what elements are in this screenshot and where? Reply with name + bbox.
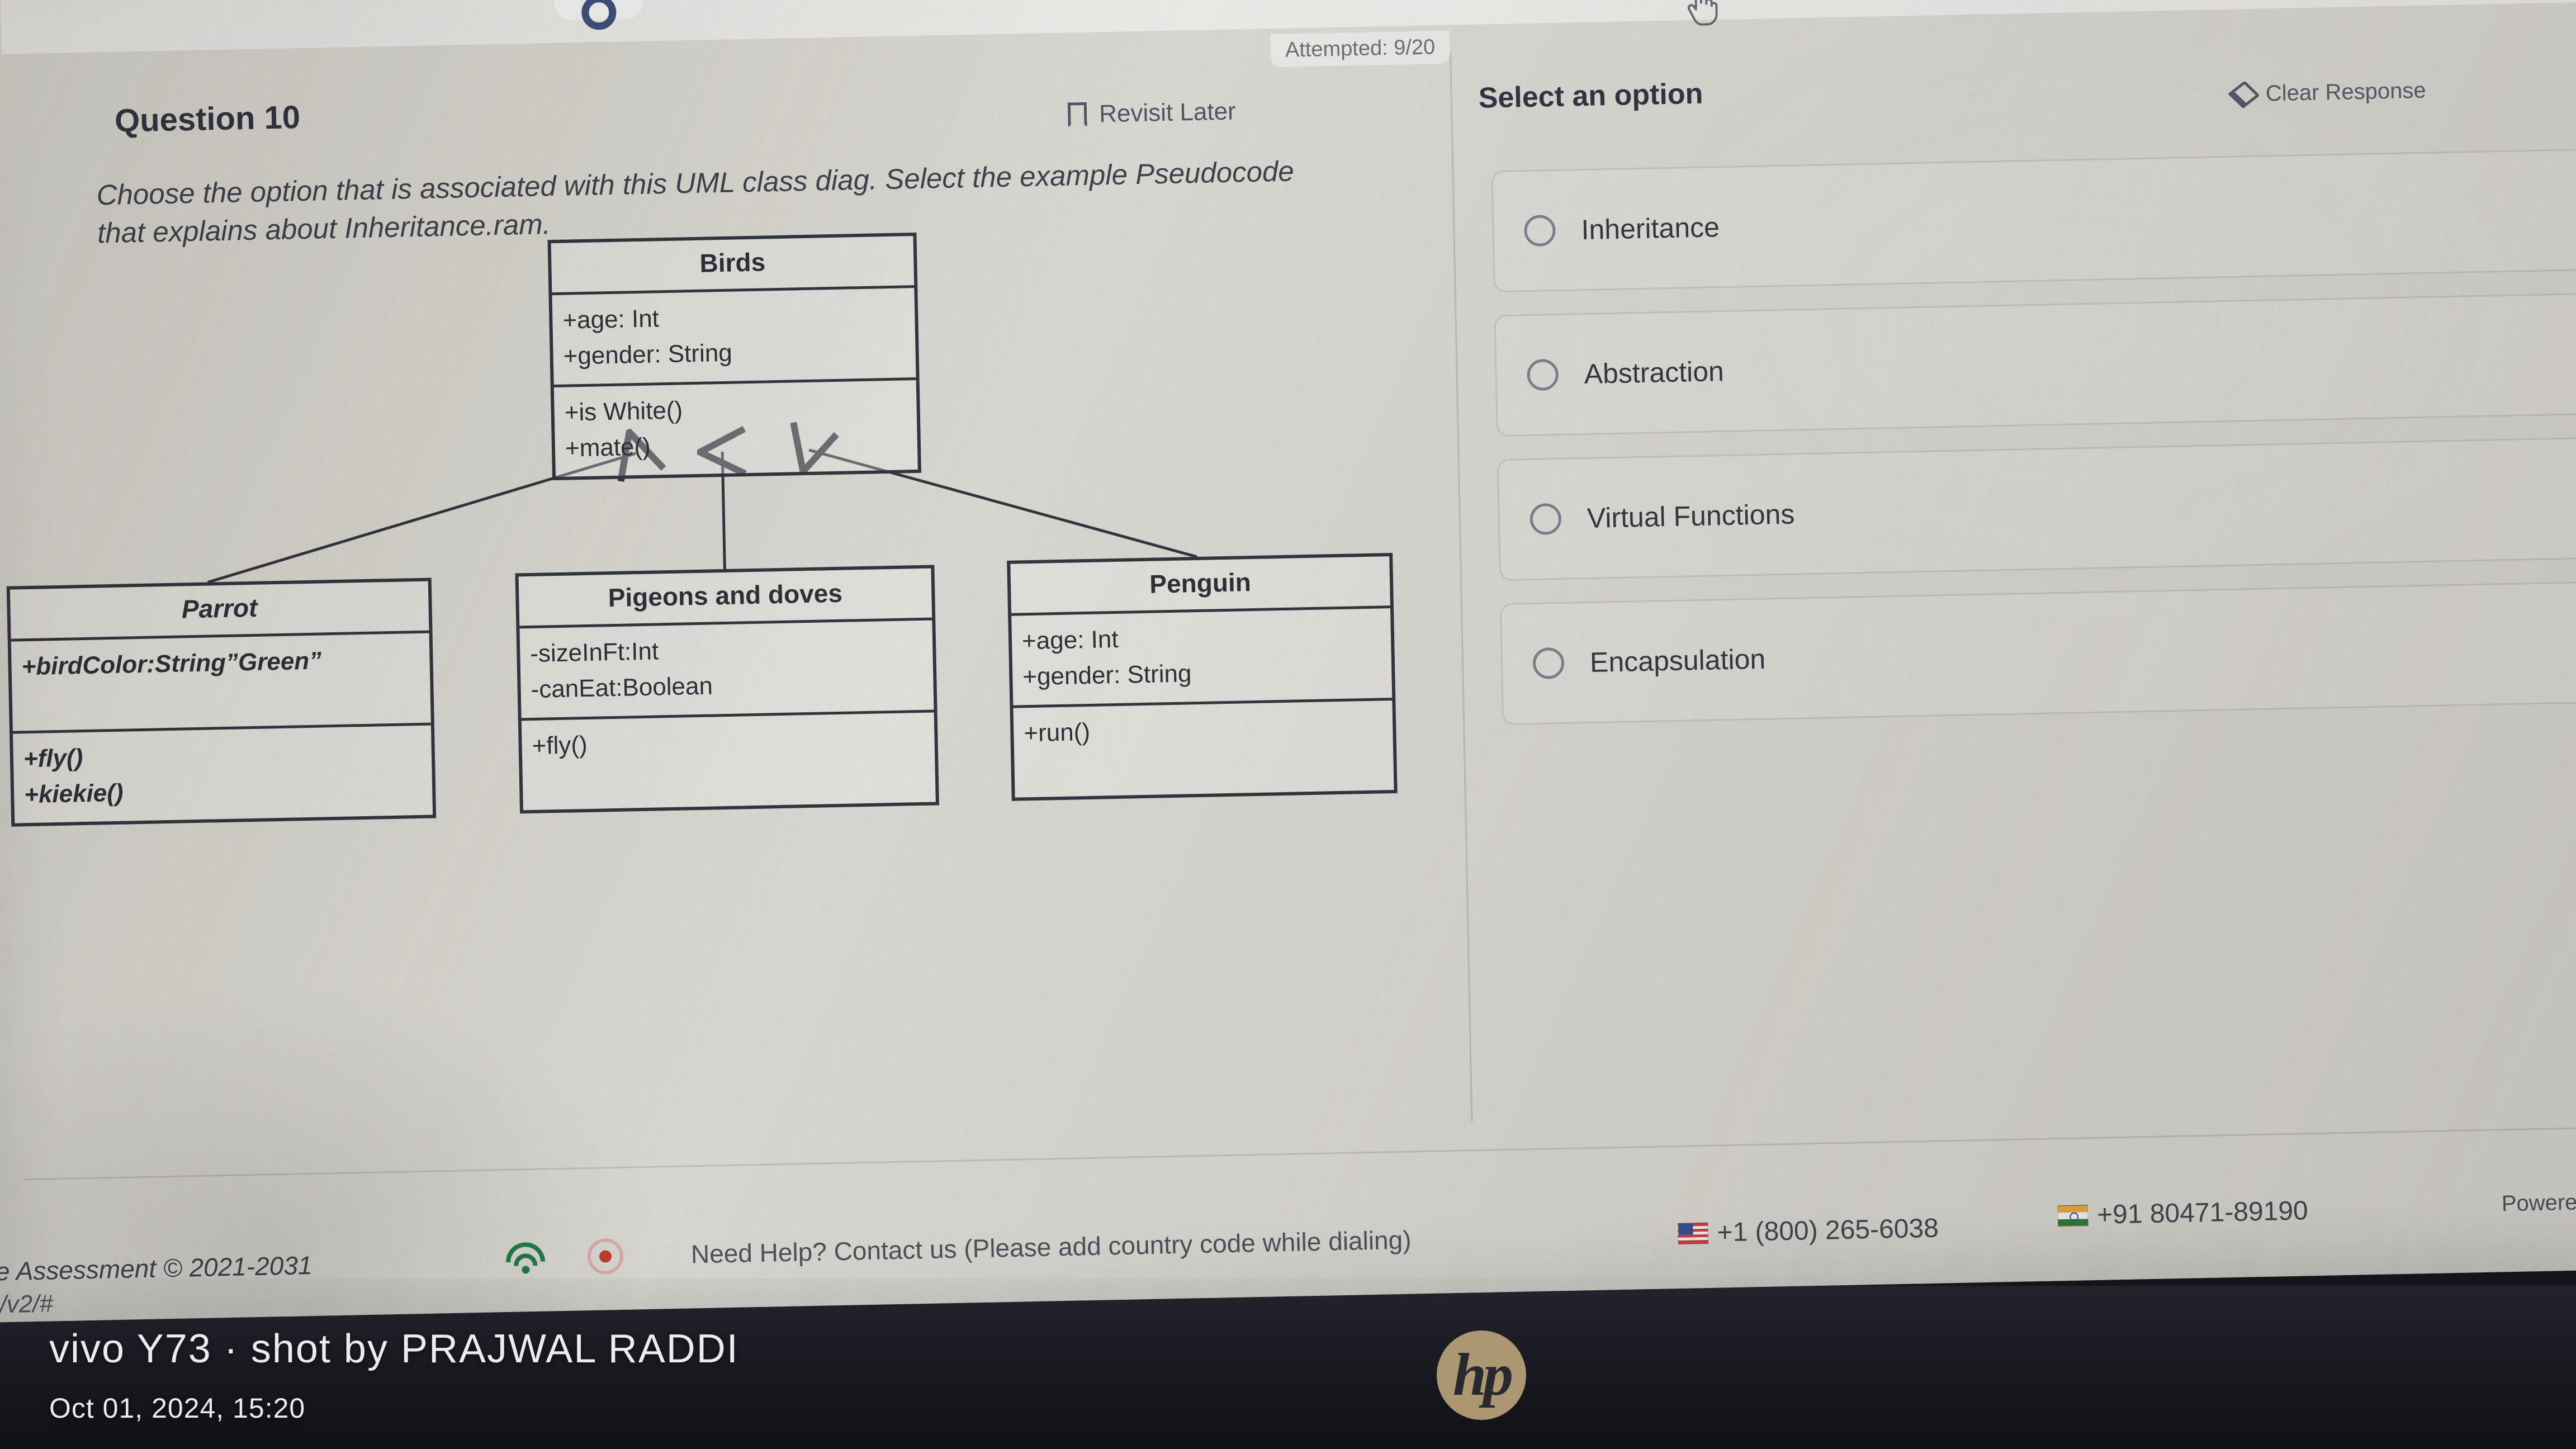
radio-icon[interactable] xyxy=(1530,503,1562,536)
uml-attribute: -canEat:Boolean xyxy=(531,672,713,703)
uml-attributes: +birdColor:String”Green” xyxy=(11,630,431,731)
option-label: Virtual Functions xyxy=(1587,498,1795,534)
uml-attributes: +age: Int +gender: String xyxy=(552,285,916,385)
radio-icon[interactable] xyxy=(1523,215,1556,247)
option-label: Inheritance xyxy=(1580,211,1720,246)
answer-pane: Select an option Clear Response Inherita… xyxy=(1478,31,2576,726)
uml-class-penguin: Penguin +age: Int +gender: String +run() xyxy=(1007,553,1398,801)
phone-in[interactable]: +91 80471-89190 xyxy=(2049,1195,2309,1231)
clear-response-label: Clear Response xyxy=(2265,78,2427,106)
clear-response-button[interactable]: Clear Response xyxy=(2228,78,2427,108)
us-flag-icon xyxy=(1678,1222,1708,1245)
uml-methods: +is White() +mate() xyxy=(553,377,918,477)
option-inheritance[interactable]: Inheritance xyxy=(1491,148,2576,293)
cursor-pointer-icon xyxy=(1687,0,1718,26)
option-encapsulation[interactable]: Encapsulation xyxy=(1499,581,2576,726)
select-option-header: Select an option xyxy=(1478,77,1703,115)
assessment-page: ‹ 5 6 7 8 9 10 11 12 13 14 › xyxy=(0,0,2576,1318)
phone-us[interactable]: +1 (800) 265-6038 xyxy=(1669,1213,1939,1249)
copyright-text: ne Assessment © 2021-2031 xyxy=(0,1251,312,1286)
option-virtual-functions[interactable]: Virtual Functions xyxy=(1497,437,2576,581)
uml-class-pigeons-and-doves: Pigeons and doves -sizeInFt:Int -canEat:… xyxy=(515,565,939,814)
page-title: Question 10 xyxy=(114,99,301,139)
question-pane: Question 10 Revisit Later Choose the opt… xyxy=(2,54,1466,1145)
uml-class-name: Birds xyxy=(699,247,766,278)
radio-icon[interactable] xyxy=(1527,358,1559,391)
radio-icon[interactable] xyxy=(1532,647,1565,680)
revisit-later-label: Revisit Later xyxy=(1098,97,1237,128)
uml-class-name: Pigeons and doves xyxy=(608,578,843,613)
laptop-screen: ‹ 5 6 7 8 9 10 11 12 13 14 › xyxy=(0,0,2576,1323)
uml-methods: +fly() xyxy=(521,709,936,811)
uml-attribute: +gender: String xyxy=(563,339,733,370)
bookmark-icon xyxy=(1068,102,1087,127)
option-label: Encapsulation xyxy=(1589,643,1766,678)
record-icon xyxy=(587,1238,624,1275)
revisit-later-button[interactable]: Revisit Later xyxy=(1068,97,1236,129)
uml-class-birds: Birds +age: Int +gender: String +is Whit… xyxy=(547,232,922,481)
uml-method: +kiekie() xyxy=(23,779,124,809)
option-label: Abstraction xyxy=(1584,356,1725,390)
powered-by-text: Powered B xyxy=(2501,1190,2576,1216)
uml-attributes: +age: Int +gender: String xyxy=(1011,605,1393,705)
uml-methods: +fly() +kiekie() xyxy=(12,722,433,823)
wifi-icon xyxy=(503,1242,547,1277)
photo-of-laptop-screen: hp ‹ 5 6 7 8 9 10 11 12 13 xyxy=(0,0,2576,1449)
hp-logo: hp xyxy=(1437,1330,1526,1420)
uml-attribute: +gender: String xyxy=(1022,660,1192,691)
uml-method: +mate() xyxy=(565,433,651,462)
phone-us-number: +1 (800) 265-6038 xyxy=(1717,1213,1939,1248)
eraser-icon xyxy=(2228,80,2260,108)
india-flag-icon xyxy=(2057,1205,2089,1227)
timer-widget xyxy=(552,0,644,30)
uml-class-parrot: Parrot +birdColor:String”Green” +fly() +… xyxy=(6,577,437,827)
uml-class-name: Parrot xyxy=(181,593,258,624)
browser-url-fragment: /v2/# xyxy=(0,1290,54,1319)
options-list: Inheritance Abstraction Virtual Function… xyxy=(1491,148,2576,748)
uml-class-name: Penguin xyxy=(1149,567,1252,599)
uml-methods: +run() xyxy=(1013,698,1394,798)
uml-attributes: -sizeInFt:Int -canEat:Boolean xyxy=(519,617,934,718)
uml-class-diagram: Birds +age: Int +gender: String +is Whit… xyxy=(6,232,1452,1000)
phone-in-number: +91 80471-89190 xyxy=(2096,1196,2309,1230)
option-abstraction[interactable]: Abstraction xyxy=(1494,292,2576,437)
watermark-timestamp: Oct 01, 2024, 15:20 xyxy=(49,1393,306,1424)
need-help-text: Need Help? Contact us (Please add countr… xyxy=(690,1225,1412,1269)
watermark-device: vivo Y73 · shot by PRAJWAL RADDI xyxy=(49,1327,739,1371)
timer-icon xyxy=(581,0,617,30)
